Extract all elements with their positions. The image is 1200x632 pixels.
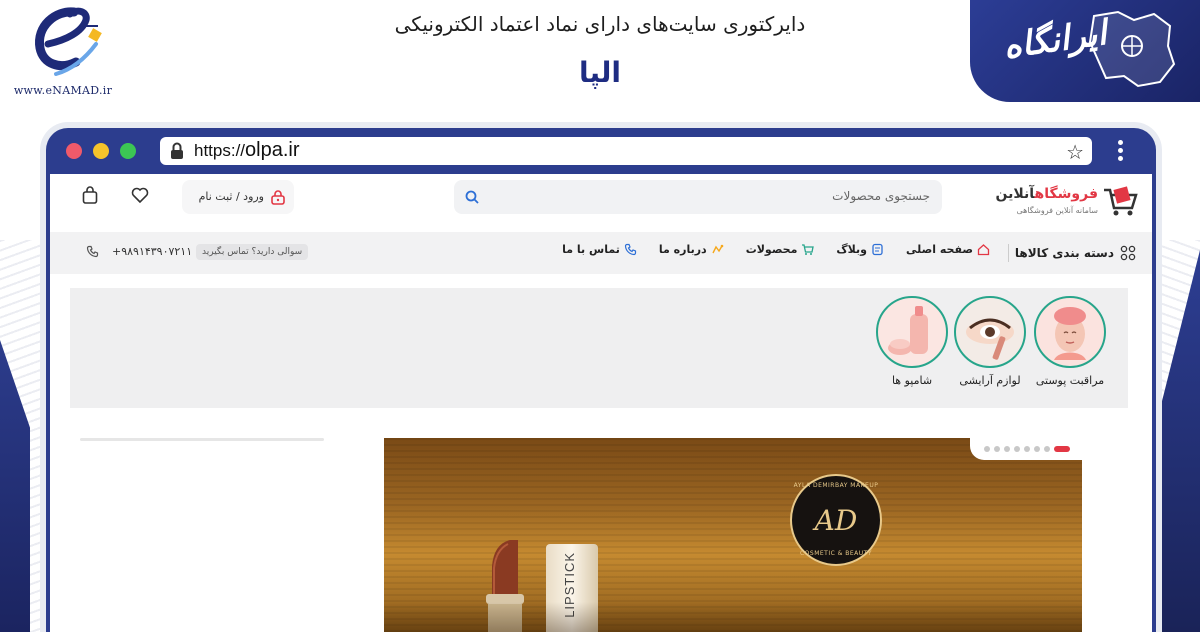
search-input[interactable]: جستجوی محصولات	[454, 180, 942, 214]
lock-icon	[171, 142, 183, 159]
bookmark-star-icon[interactable]: ☆	[1066, 140, 1084, 164]
slider-dot[interactable]	[1044, 446, 1050, 452]
nav-label: تماس با ما	[562, 243, 620, 256]
category-item-shampoo[interactable]: شامپو ها	[874, 296, 950, 387]
enamad-e-icon	[35, 7, 102, 76]
nav-item-products[interactable]: محصولات	[746, 243, 815, 256]
blog-icon	[872, 243, 883, 256]
slider-dot[interactable]	[1014, 446, 1020, 452]
help-text: سوالی دارید؟ تماس بگیرید	[196, 244, 309, 260]
enamad-logo[interactable]: www.eNAMAD.ir	[8, 4, 118, 100]
skincare-image	[1034, 296, 1106, 368]
category-strip: مراقبت پوستی لوازم آرایشی شامپو ها	[70, 288, 1128, 408]
login-button[interactable]: ورود / ثبت نام	[182, 180, 294, 214]
web-viewport: فروشگاهآنلاین سامانه آنلاین فروشگاهی جست…	[50, 174, 1152, 632]
logo-name: فروشگاهآنلاین	[996, 186, 1098, 202]
slider-dot[interactable]	[984, 446, 990, 452]
sidebar-placeholder-line	[80, 438, 324, 441]
nav-label: محصولات	[745, 243, 798, 256]
logo-name-red: فروشگاه	[1034, 186, 1098, 202]
brand-top-text: AYLA DEMIRBAY MAKEUP	[793, 482, 879, 489]
slider-dot-active[interactable]	[1054, 446, 1070, 452]
banner-fade	[384, 602, 1082, 632]
grid-icon	[1120, 245, 1136, 261]
nav-links: صفحه اصلی وبلاگ محصولات درباره ما تماس ب…	[562, 243, 990, 256]
address-bar[interactable]: https://olpa.ir ☆	[160, 137, 1092, 165]
search-placeholder: جستجوی محصولات	[832, 189, 930, 203]
window-close-button[interactable]	[66, 143, 82, 159]
logo-subtitle: سامانه آنلاین فروشگاهی	[1016, 206, 1098, 215]
brand-monogram: AD	[814, 504, 858, 537]
shampoo-image	[876, 296, 948, 368]
search-icon[interactable]	[464, 189, 480, 205]
nav-divider	[1008, 244, 1009, 262]
main-nav: دسته بندی کالاها صفحه اصلی وبلاگ محصولات	[50, 232, 1152, 274]
page: www.eNAMAD.ir دایرکتوری سایت‌های دارای ن…	[0, 0, 1200, 632]
categories-menu[interactable]: دسته بندی کالاها	[1015, 243, 1136, 263]
url-protocol: https://	[194, 141, 246, 160]
nav-label: درباره ما	[658, 243, 707, 256]
browser-menu-icon[interactable]	[1116, 140, 1124, 164]
irangah-badge[interactable]: ایرانگاه	[970, 0, 1200, 102]
nav-label: صفحه اصلی	[906, 243, 973, 256]
category-label: لوازم آرایشی	[959, 374, 1021, 387]
site-title: الپا	[578, 56, 622, 89]
login-label: ورود / ثبت نام	[198, 190, 264, 203]
hero-slider[interactable]: AYLA DEMIRBAY MAKEUP AD COSMETIC & BEAUT…	[384, 438, 1082, 632]
nav-item-contact[interactable]: تماس با ما	[562, 243, 637, 256]
shopping-bag-icon[interactable]	[80, 185, 100, 205]
logo-name-rest: آنلاین	[995, 186, 1035, 202]
category-label: مراقبت پوستی	[1035, 374, 1105, 387]
wishlist-heart-icon[interactable]	[130, 185, 150, 205]
browser-window: https://olpa.ir ☆ فروشگاهآنلاین سامانه آ…	[46, 128, 1156, 632]
slider-dot[interactable]	[994, 446, 1000, 452]
category-item-skincare[interactable]: مراقبت پوستی	[1032, 296, 1108, 387]
cosmetics-image	[954, 296, 1026, 368]
phone-number[interactable]: +۹۸۹۱۴۳۹۰۷۲۱۱	[112, 245, 192, 258]
cart-icon	[802, 244, 815, 255]
window-maximize-button[interactable]	[120, 143, 136, 159]
categories-label: دسته بندی کالاها	[1014, 246, 1114, 260]
directory-title: دایرکتوری سایت‌های دارای نماد اعتماد الک…	[394, 12, 806, 36]
phone-icon	[86, 245, 99, 258]
slider-dot[interactable]	[1004, 446, 1010, 452]
slider-dot[interactable]	[1034, 446, 1040, 452]
phone-icon	[624, 243, 636, 256]
slider-dots	[970, 438, 1082, 460]
brand-badge: AYLA DEMIRBAY MAKEUP AD COSMETIC & BEAUT…	[790, 474, 882, 566]
url-text: https://olpa.ir	[194, 139, 300, 162]
site-logo[interactable]: فروشگاهآنلاین سامانه آنلاین فروشگاهی	[988, 180, 1138, 222]
category-item-cosmetics[interactable]: لوازم آرایشی	[952, 296, 1028, 387]
category-label: شامپو ها	[891, 374, 933, 387]
window-minimize-button[interactable]	[93, 143, 109, 159]
slider-dot[interactable]	[1024, 446, 1030, 452]
home-icon	[977, 244, 990, 256]
login-lock-icon	[271, 190, 285, 205]
nav-item-blog[interactable]: وبلاگ	[836, 243, 884, 256]
brand-bottom-text: COSMETIC & BEAUTY	[799, 550, 873, 557]
nav-label: وبلاگ	[836, 243, 867, 256]
browser-toolbar: https://olpa.ir ☆	[46, 128, 1156, 174]
logo-cart-icon	[1104, 186, 1138, 216]
enamad-caption: www.eNAMAD.ir	[13, 84, 113, 97]
about-icon	[712, 244, 723, 254]
nav-item-about[interactable]: درباره ما	[659, 243, 724, 256]
url-domain: olpa.ir	[245, 139, 300, 161]
nav-item-home[interactable]: صفحه اصلی	[906, 243, 990, 256]
